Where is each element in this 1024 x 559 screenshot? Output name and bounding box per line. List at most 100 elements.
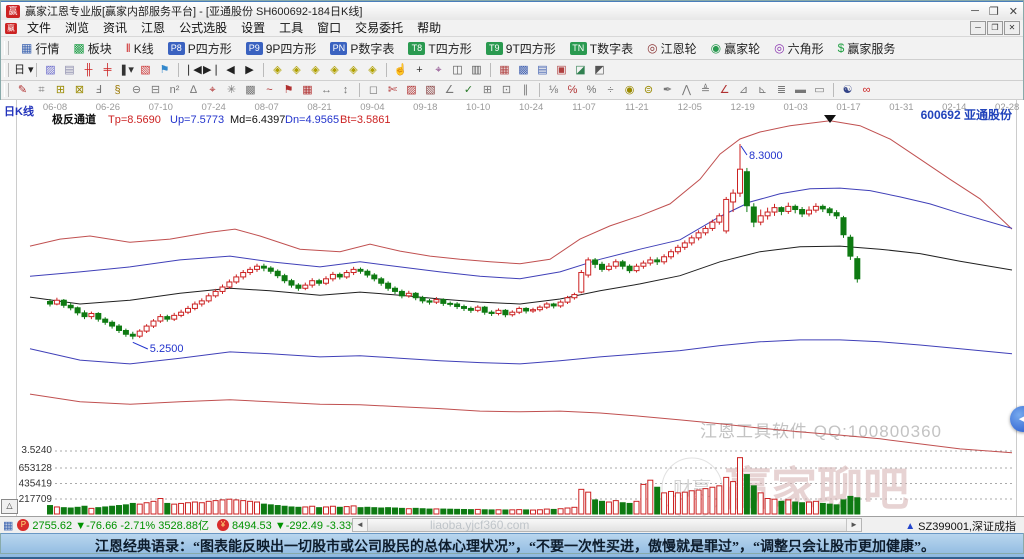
shanghai-index-quote[interactable]: 2755.62 ▼-76.66 -2.71% 3528.88亿 [32,517,209,533]
kline-button[interactable]: ‖K线 [120,38,160,59]
save-icon[interactable]: ▣ [553,62,570,78]
t-square-button[interactable]: T8T四方形 [402,38,477,59]
sectors-button[interactable]: ▩板块 [67,38,117,59]
gold-line-tool[interactable]: ⊜ [640,82,657,98]
go-prev-button[interactable]: ◀ [222,62,239,78]
angle-up-tool[interactable]: ∠ [716,82,733,98]
child-restore-button[interactable]: ❐ [987,21,1003,35]
steps-line-tool[interactable]: ≣ [773,82,790,98]
fan-rays-tool[interactable]: ✄ [384,82,401,98]
diamond-expand-y[interactable]: ◈ [326,62,343,78]
crosshair-add-tool[interactable]: + [411,62,428,78]
chart-area[interactable]: 日K线 3.524065312843541921770906-0806-2607… [0,100,1024,516]
minimize-button[interactable]: ─ [971,5,979,18]
percent-tool[interactable]: % [583,82,600,98]
menu-gann[interactable]: 江恩 [134,21,172,36]
child-minimize-button[interactable]: ─ [970,21,986,35]
window-style-icon[interactable]: ▨ [42,62,59,78]
gold-circle-tool[interactable]: ◉ [621,82,638,98]
child-close-button[interactable]: ✕ [1004,21,1020,35]
go-last-button[interactable]: ▶❘ [203,62,220,78]
scroll-right-arrow[interactable]: ► [846,519,861,531]
triangle-line-tool[interactable]: ≜ [697,82,714,98]
menu-formula-select[interactable]: 公式选股 [172,21,234,36]
notes-icon[interactable]: ▤ [534,62,551,78]
n-square-tool[interactable]: n² [166,82,183,98]
close-button[interactable]: ✕ [1009,5,1018,18]
9t-square-button[interactable]: T99T四方形 [480,38,562,59]
go-first-button[interactable]: ❘◀ [184,62,201,78]
menu-browse[interactable]: 浏览 [58,21,96,36]
menu-file[interactable]: 文件 [20,21,58,36]
scroll-left-arrow[interactable]: ◄ [353,519,368,531]
width-measure-tool[interactable]: ↔ [318,82,335,98]
gann-square9-tool[interactable]: ⊠ [71,82,88,98]
winner-wheel-button[interactable]: ◉赢家轮 [705,38,767,59]
quote-table-icon[interactable]: ▦ [3,519,13,532]
select-region-icon[interactable]: ▧ [137,62,154,78]
kline-chart[interactable]: 3.524065312843541921770906-0806-2607-100… [0,100,1024,516]
diamond-compress-x[interactable]: ◈ [269,62,286,78]
top-box-tool[interactable]: ▬ [792,82,809,98]
menu-help[interactable]: 帮助 [410,21,448,36]
hand-tool[interactable]: ☝ [392,62,409,78]
taiji-tool[interactable]: ☯ [839,82,856,98]
calculator-icon[interactable]: ▩ [515,62,532,78]
period-day-dropdown[interactable]: 日 ▾ [14,62,31,78]
wave-tool[interactable]: ~ [261,82,278,98]
angle-bi-tool[interactable]: ⊾ [754,82,771,98]
export-icon[interactable]: ◪ [572,62,589,78]
restore-button[interactable]: ❐ [989,5,999,18]
ink-line-tool[interactable]: ✒ [659,82,676,98]
calendar-icon[interactable]: ▦ [496,62,513,78]
gann-fan-tool[interactable]: Ⅎ [90,82,107,98]
arc-tool[interactable]: ⊖ [128,82,145,98]
menu-tools[interactable]: 工具 [272,21,310,36]
draw-pen-tool[interactable]: ✎ [14,82,31,98]
target-tool[interactable]: ⌖ [204,82,221,98]
height-measure-tool[interactable]: ↕ [337,82,354,98]
go-next-button[interactable]: ▶ [241,62,258,78]
shade-box-tool[interactable]: ▨ [403,82,420,98]
angle-right-tool[interactable]: ⊿ [735,82,752,98]
gann-square-tool[interactable]: ⊞ [52,82,69,98]
diamond-expand-x[interactable]: ◈ [288,62,305,78]
t-number-table-button[interactable]: TNT数字表 [564,38,639,59]
index-selector[interactable]: ▲ SZ399001,深证成指 [905,518,1016,534]
magnify-pick-tool[interactable]: ⌖ [430,62,447,78]
diamond-compress-y[interactable]: ◈ [307,62,324,78]
diamond-expand-xy[interactable]: ◈ [345,62,362,78]
flag-tool[interactable]: ⚑ [280,82,297,98]
ratio-tool[interactable]: ⅛ [545,82,562,98]
spiral-tool[interactable]: § [109,82,126,98]
winner-service-button[interactable]: $赢家服务 [832,38,902,59]
grid-net-tool[interactable]: ▩ [242,82,259,98]
bottom-box-tool[interactable]: ▭ [811,82,828,98]
menu-window[interactable]: 窗口 [310,21,348,36]
gann-wheel-button[interactable]: ◎江恩轮 [641,38,703,59]
peak-line-tool[interactable]: ⋀ [678,82,695,98]
kline-red2-icon[interactable]: ╪ [99,62,116,78]
percent-zone-tool[interactable]: ℅ [564,82,581,98]
horizontal-scrollbar[interactable]: ◄ ► [352,518,862,532]
candle-style-dropdown[interactable]: ❚▾ [118,62,135,78]
diamond-compress-xy[interactable]: ◈ [364,62,381,78]
angle-tool[interactable]: ∆ [185,82,202,98]
band-tool[interactable]: ⊟ [147,82,164,98]
draw-flag-icon[interactable]: ⚑ [156,62,173,78]
divide-line-tool[interactable]: ÷ [602,82,619,98]
parallel-lines-tool[interactable]: ∥ [517,82,534,98]
shade-box2-tool[interactable]: ▧ [422,82,439,98]
p-square-button[interactable]: P8P四方形 [162,38,238,59]
stats-window-icon[interactable]: ◫ [449,62,466,78]
zigzag-tool[interactable]: ✓ [460,82,477,98]
p-number-table-button[interactable]: PNP数字表 [324,38,400,59]
run-icon[interactable]: ◩ [591,62,608,78]
menu-settings[interactable]: 设置 [234,21,272,36]
market-quote-button[interactable]: ▦行情 [15,38,65,59]
angle-line-tool[interactable]: ∠ [441,82,458,98]
dense-grid-tool[interactable]: ⊞ [479,82,496,98]
menu-news[interactable]: 资讯 [96,21,134,36]
note-panel-icon[interactable]: ▤ [61,62,78,78]
scrollbar-track[interactable] [368,519,846,531]
